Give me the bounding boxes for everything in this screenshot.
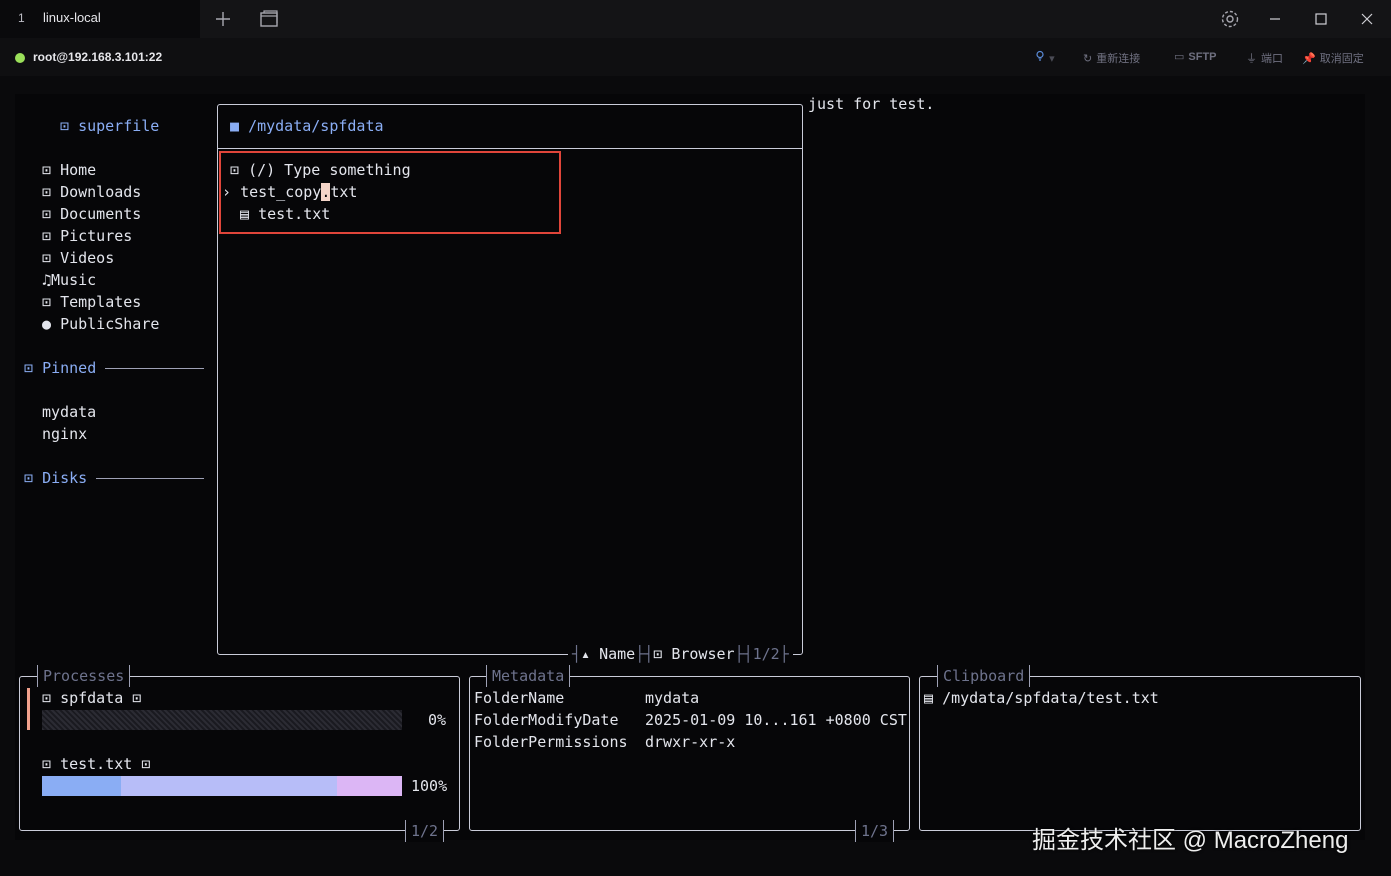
sidebar-item-home[interactable]: ⊡ Home xyxy=(42,159,96,181)
music-icon: ♫ xyxy=(42,271,52,289)
watermark: 掘金技术社区 @ MacroZheng xyxy=(1032,827,1349,854)
connection-label: root@192.168.3.101:22 xyxy=(33,50,163,64)
new-tab-icon[interactable] xyxy=(211,7,235,31)
disk-section-icon: ⊡ xyxy=(24,469,43,487)
clipboard-title: Clipboard xyxy=(937,665,1031,687)
disks-heading: ⊡ Disks xyxy=(24,469,88,487)
tab-overview-icon[interactable] xyxy=(257,7,281,31)
sidebar-item-downloads[interactable]: ⊡ Downloads xyxy=(42,181,141,203)
sidebar-item-videos[interactable]: ⊡ Videos xyxy=(42,247,114,269)
title-bar: 1 linux-local xyxy=(0,0,1391,38)
process-percent: 100% xyxy=(411,777,448,795)
folder-icon: ⊡ xyxy=(42,689,61,707)
file-search-input[interactable]: ⊡ (/) Type something xyxy=(230,159,411,181)
close-icon[interactable] xyxy=(1355,7,1379,31)
search-icon: ⊡ xyxy=(230,161,249,179)
file-panel-path: ■ /mydata/spfdata xyxy=(230,117,384,135)
bulb-icon xyxy=(1034,50,1049,65)
file-icon: ⊡ xyxy=(42,755,61,773)
disks-divider xyxy=(96,478,204,479)
chevron-right-icon: › xyxy=(222,183,232,201)
connection-status-dot xyxy=(15,53,25,63)
reconnect-icon: ↻ xyxy=(1083,53,1093,65)
file-name: test_copy.txt xyxy=(240,183,358,201)
process-progress-bar xyxy=(42,776,402,796)
file-icon: ▤ xyxy=(924,689,943,707)
file-panel-footer: ┤▴ Name├┤⊡ Browser├┤1/2├ xyxy=(568,643,793,665)
tab-number: 1 xyxy=(18,11,25,25)
pinned-item-nginx[interactable]: nginx xyxy=(42,423,87,445)
sort-indicator-icon: ▴ xyxy=(581,645,600,663)
page-indicator: 1/2 xyxy=(752,645,780,663)
sidebar-item-pictures[interactable]: ⊡ Pictures xyxy=(42,225,132,247)
minimize-icon[interactable] xyxy=(1263,7,1287,31)
metadata-value: mydata xyxy=(645,689,700,707)
sort-label[interactable]: Name xyxy=(599,645,635,663)
pin-icon: 📌 xyxy=(1302,53,1316,65)
folder-icon: ▭ xyxy=(1174,51,1185,63)
sidebar-item-templates[interactable]: ⊡ Templates xyxy=(42,291,141,313)
pin-section-icon: ⊡ xyxy=(24,359,43,377)
tab-linux-local[interactable]: 1 linux-local xyxy=(0,0,200,38)
metadata-key: FolderName xyxy=(474,689,565,707)
mode-icon: ⊡ xyxy=(653,645,672,663)
pictures-icon: ⊡ xyxy=(42,227,61,245)
settings-gear-icon[interactable] xyxy=(1218,7,1242,31)
documents-icon: ⊡ xyxy=(42,205,61,223)
clipboard-item[interactable]: ▤ /mydata/spfdata/test.txt xyxy=(924,687,1159,709)
app-title: ⊡ superfile xyxy=(60,117,160,135)
status-icon: ⊡ xyxy=(132,755,151,773)
process-percent: 0% xyxy=(428,711,447,729)
sidebar-item-publicshare[interactable]: ● PublicShare xyxy=(42,313,159,335)
process-item-spfdata[interactable]: ⊡ spfdata ⊡ xyxy=(42,687,141,709)
metadata-value: 2025-01-09 10...161 +0800 CST xyxy=(645,711,907,729)
videos-icon: ⊡ xyxy=(42,249,61,267)
processes-page-indicator: 1/2 xyxy=(405,820,445,842)
process-selection-bar xyxy=(27,688,30,730)
app-icon: ⊡ xyxy=(60,117,79,135)
file-row-selected[interactable]: › test_copy.txt xyxy=(222,181,357,203)
folder-icon: ■ xyxy=(230,117,249,135)
process-progress-bar xyxy=(42,710,402,730)
metadata-value: drwxr-xr-x xyxy=(645,733,736,751)
preview-text: just for test. xyxy=(808,95,935,113)
file-row[interactable]: ▤ test.txt xyxy=(240,203,330,225)
port-icon: ⏚ xyxy=(1246,53,1257,65)
sidebar-item-music[interactable]: ♫Music xyxy=(42,269,96,291)
port-button[interactable]: ⏚ 端口 xyxy=(1246,50,1283,66)
file-panel-header-divider xyxy=(218,148,802,149)
unpin-button[interactable]: 📌 取消固定 xyxy=(1302,50,1364,66)
metadata-key: FolderPermissions xyxy=(474,733,628,751)
reconnect-button[interactable]: ↻ 重新连接 xyxy=(1083,50,1140,66)
sftp-button[interactable]: ▭ SFTP xyxy=(1174,50,1217,63)
metadata-key: FolderModifyDate xyxy=(474,711,619,729)
processes-title: Processes xyxy=(37,665,131,687)
pinned-divider xyxy=(105,368,204,369)
sidebar-item-documents[interactable]: ⊡ Documents xyxy=(42,203,141,225)
metadata-page-indicator: 1/3 xyxy=(855,820,895,842)
tab-title: linux-local xyxy=(43,10,101,25)
file-icon: ▤ xyxy=(240,205,259,223)
status-icon: ⊡ xyxy=(123,689,142,707)
process-item-test-txt[interactable]: ⊡ test.txt ⊡ xyxy=(42,753,150,775)
home-icon: ⊡ xyxy=(42,161,61,179)
maximize-icon[interactable] xyxy=(1309,7,1333,31)
templates-icon: ⊡ xyxy=(42,293,61,311)
bulb-button[interactable]: ▾ xyxy=(1034,50,1055,65)
downloads-icon: ⊡ xyxy=(42,183,61,201)
pinned-heading: ⊡ Pinned xyxy=(24,359,97,377)
public-share-icon: ● xyxy=(42,315,61,333)
metadata-title: Metadata xyxy=(486,665,571,687)
mode-label[interactable]: Browser xyxy=(671,645,734,663)
pinned-item-mydata[interactable]: mydata xyxy=(42,401,96,423)
